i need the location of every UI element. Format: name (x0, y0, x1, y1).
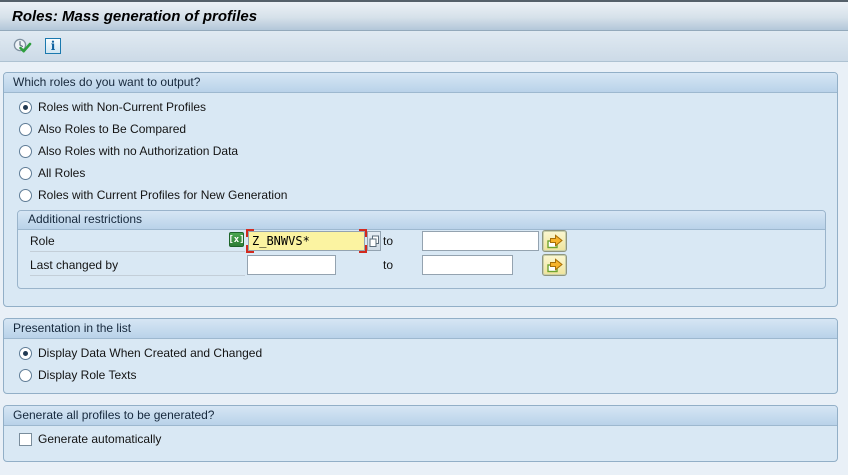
option-all-roles[interactable]: All Roles (19, 165, 85, 181)
role-to-input[interactable] (422, 231, 539, 251)
restrictions-header: Additional restrictions (18, 211, 825, 230)
radio-label: Display Data When Created and Changed (38, 346, 262, 360)
radio-button[interactable] (19, 369, 32, 382)
focus-corner-icon (246, 229, 254, 237)
section-output-roles: Which roles do you want to output? Roles… (3, 72, 838, 307)
radio-button[interactable] (19, 145, 32, 158)
option-current-profiles-new-generation[interactable]: Roles with Current Profiles for New Gene… (19, 187, 287, 203)
radio-button[interactable] (19, 167, 32, 180)
section-presentation-header: Presentation in the list (4, 319, 837, 339)
execute-clock-check-icon (12, 37, 32, 55)
focus-corner-icon (359, 229, 367, 237)
option-no-authorization-data[interactable]: Also Roles with no Authorization Data (19, 143, 238, 159)
radio-button[interactable] (19, 123, 32, 136)
execute-button[interactable] (10, 35, 34, 57)
option-generate-automatically[interactable]: Generate automatically (19, 431, 161, 447)
radio-label: Also Roles to Be Compared (38, 122, 186, 136)
option-display-role-texts[interactable]: Display Role Texts (19, 367, 136, 383)
last-changed-by-to-label: to (383, 255, 393, 275)
info-button[interactable]: i (43, 36, 63, 56)
radio-label: Roles with Current Profiles for New Gene… (38, 188, 287, 202)
option-roles-to-be-compared[interactable]: Also Roles to Be Compared (19, 121, 186, 137)
role-field-label: Role (30, 231, 245, 252)
option-display-created-changed[interactable]: Display Data When Created and Changed (19, 345, 262, 361)
last-changed-by-from-input[interactable] (247, 255, 336, 275)
last-changed-by-multiple-selection-button[interactable] (542, 254, 567, 276)
radio-label: Display Role Texts (38, 368, 136, 382)
role-from-field-focus-frame (246, 229, 367, 253)
radio-button[interactable] (19, 101, 32, 114)
generate-automatically-checkbox[interactable] (19, 433, 32, 446)
application-toolbar: i (0, 31, 848, 62)
sap-window: Roles: Mass generation of profiles i Whi… (0, 0, 848, 475)
radio-label: All Roles (38, 166, 85, 180)
section-presentation: Presentation in the list Display Data Wh… (3, 318, 838, 394)
active-multi-selection-icon: [x] (229, 232, 244, 247)
page-title: Roles: Mass generation of profiles (12, 8, 257, 25)
section-generate-header: Generate all profiles to be generated? (4, 406, 837, 426)
focus-corner-icon (246, 245, 254, 253)
role-to-label: to (383, 231, 393, 251)
info-icon-glyph: i (51, 39, 56, 53)
section-generate: Generate all profiles to be generated? G… (3, 405, 838, 462)
focus-corner-icon (359, 245, 367, 253)
radio-label: Also Roles with no Authorization Data (38, 144, 238, 158)
multiple-selection-arrow-icon (546, 233, 564, 249)
radio-button[interactable] (19, 347, 32, 360)
info-icon: i (45, 38, 61, 54)
checkbox-label: Generate automatically (38, 432, 161, 446)
section-additional-restrictions: Additional restrictions Role [x] (17, 210, 826, 289)
role-from-input[interactable] (248, 231, 365, 251)
option-non-current-profiles[interactable]: Roles with Non-Current Profiles (19, 99, 206, 115)
last-changed-by-field-label: Last changed by (30, 255, 245, 276)
window-titlebar: Roles: Mass generation of profiles (0, 0, 848, 31)
radio-label: Roles with Non-Current Profiles (38, 100, 206, 114)
last-changed-by-to-input[interactable] (422, 255, 513, 275)
radio-button[interactable] (19, 189, 32, 202)
overlapping-squares-icon (369, 235, 380, 248)
possible-entries-button[interactable] (367, 231, 381, 251)
section-output-header: Which roles do you want to output? (4, 73, 837, 93)
role-multiple-selection-button[interactable] (542, 230, 567, 252)
multiple-selection-arrow-icon (546, 257, 564, 273)
